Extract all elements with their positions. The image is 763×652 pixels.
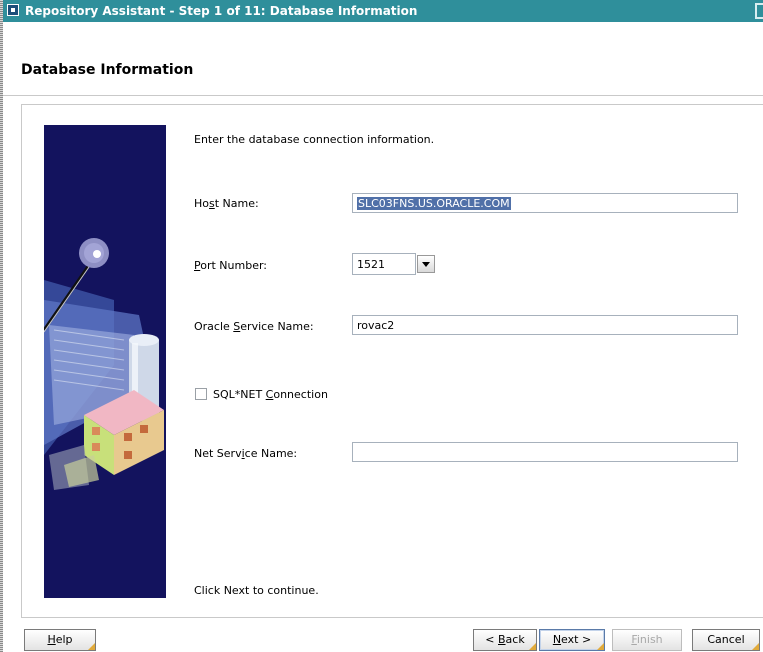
button-corner-icon [597, 643, 604, 650]
window-control-icon[interactable] [755, 3, 763, 19]
sqlnet-connection-label[interactable]: SQL*NET Connection [213, 388, 328, 401]
net-service-name-input[interactable] [352, 442, 738, 462]
window-left-border [0, 0, 3, 652]
page-title: Database Information [21, 62, 194, 78]
title-bar[interactable]: Repository Assistant - Step 1 of 11: Dat… [3, 0, 763, 22]
oracle-service-name-label: Oracle Service Name: [194, 320, 314, 333]
window-menu-icon[interactable] [7, 4, 19, 16]
cancel-button[interactable]: Cancel [692, 629, 760, 651]
chevron-down-icon[interactable] [417, 255, 435, 273]
button-corner-icon [529, 643, 536, 650]
button-corner-icon [752, 643, 759, 650]
finish-button[interactable]: Finish [612, 629, 682, 651]
wizard-side-illustration [44, 125, 166, 598]
next-button[interactable]: Next > [539, 629, 605, 651]
host-name-input[interactable]: SLC03FNS.US.ORACLE.COM [352, 193, 738, 213]
footer-hint: Click Next to continue. [194, 584, 319, 597]
port-number-label: Port Number: [194, 259, 268, 272]
sqlnet-connection-checkbox[interactable] [195, 388, 207, 400]
button-corner-icon [88, 643, 95, 650]
repository-assistant-window: Repository Assistant - Step 1 of 11: Dat… [0, 0, 763, 652]
port-number-combobox[interactable]: 1521 [352, 253, 438, 275]
back-button[interactable]: < Back [473, 629, 537, 651]
host-name-value: SLC03FNS.US.ORACLE.COM [357, 197, 511, 210]
header-divider [3, 95, 763, 96]
net-service-name-label: Net Service Name: [194, 447, 298, 460]
database-illustration-icon [44, 125, 166, 598]
port-number-input[interactable]: 1521 [352, 253, 416, 275]
window-title: Repository Assistant - Step 1 of 11: Dat… [25, 4, 418, 18]
help-button[interactable]: Help [24, 629, 96, 651]
oracle-service-name-input[interactable]: rovac2 [352, 315, 738, 335]
instruction-text: Enter the database connection informatio… [194, 133, 435, 146]
host-name-label: Host Name: [194, 197, 259, 210]
